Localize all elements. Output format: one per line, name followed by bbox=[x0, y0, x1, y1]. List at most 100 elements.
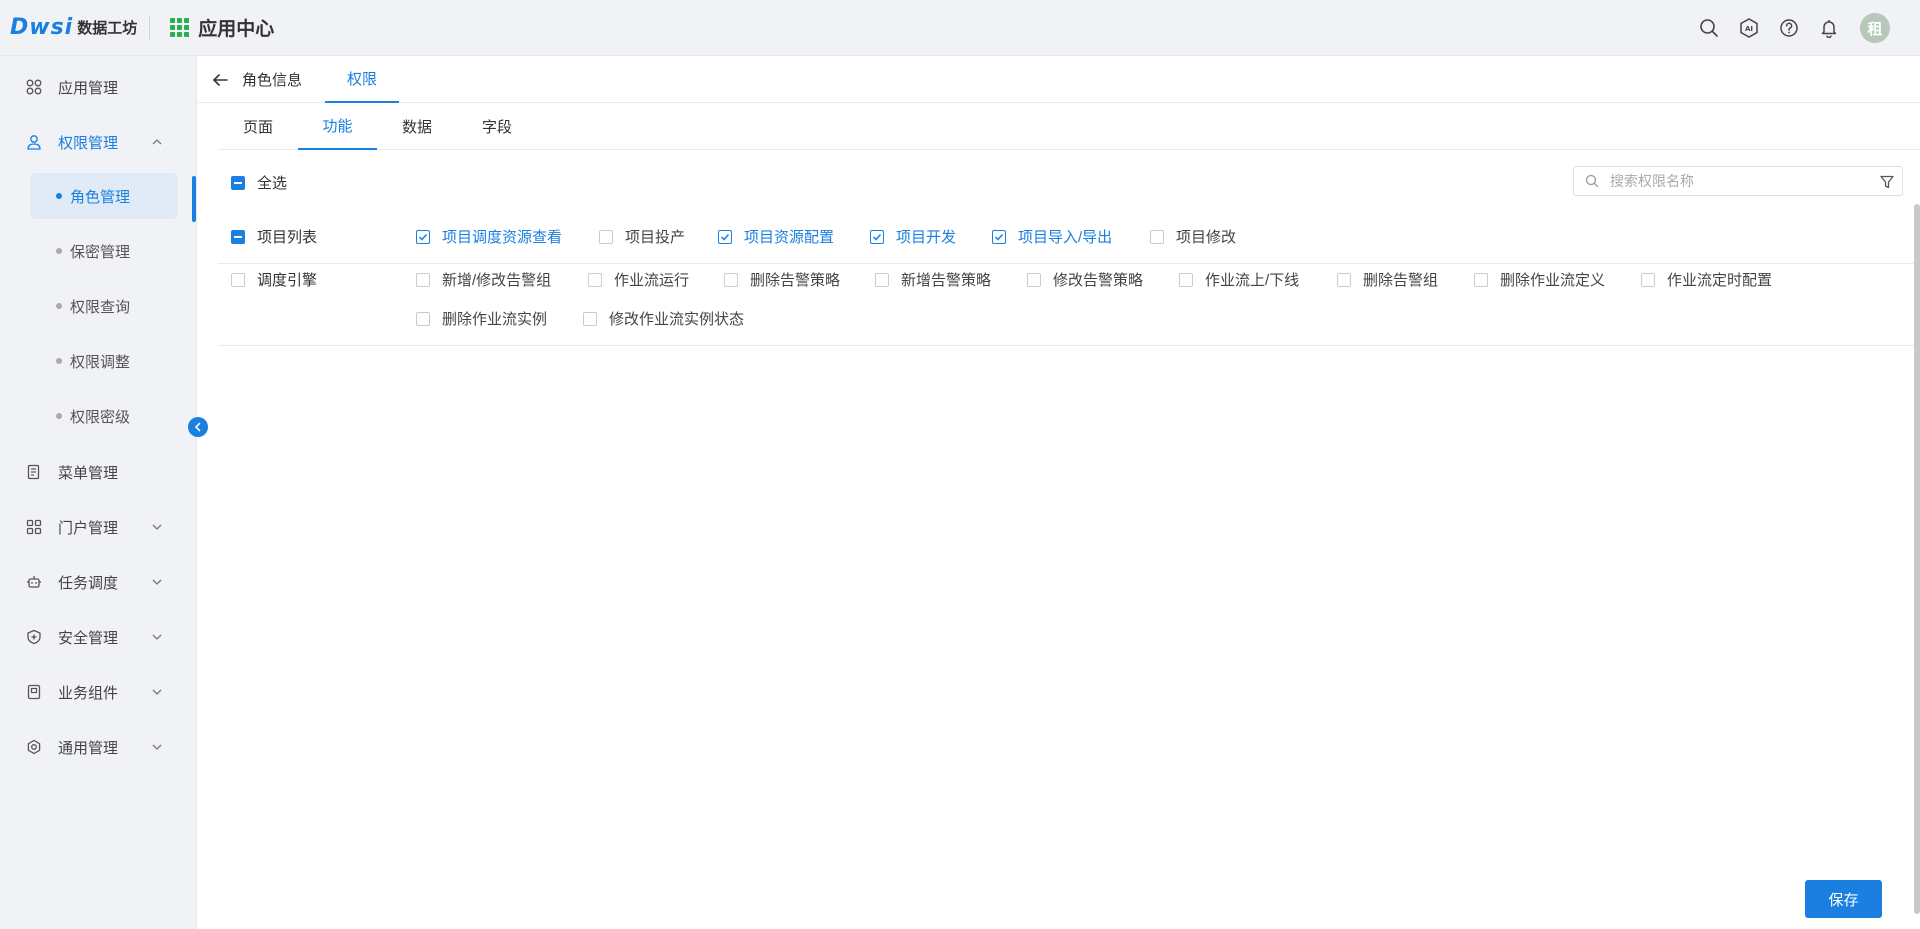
subtab-page[interactable]: 页面 bbox=[218, 103, 298, 150]
chevron-down-icon bbox=[150, 685, 164, 699]
permission-label: 项目调度资源查看 bbox=[442, 229, 563, 246]
permission-label: 项目投产 bbox=[625, 229, 686, 246]
search-input[interactable] bbox=[1610, 173, 1870, 189]
permission-checkbox[interactable]: 项目导入/导出 bbox=[992, 226, 1112, 247]
top-tabs: 角色信息 权限 bbox=[198, 56, 1920, 103]
sidebar-item-general-management[interactable]: 通用管理 bbox=[0, 727, 197, 767]
checkbox-checked-icon bbox=[416, 229, 430, 244]
apps-icon bbox=[25, 78, 43, 96]
group-label: 项目列表 bbox=[257, 229, 318, 246]
permission-checkbox[interactable]: 删除告警组 bbox=[1337, 269, 1438, 290]
group-checkbox-project-list[interactable]: 项目列表 bbox=[231, 226, 317, 247]
sidebar-item-label: 任务调度 bbox=[58, 574, 119, 592]
sidebar-item-label: 通用管理 bbox=[58, 739, 119, 757]
select-all-label: 全选 bbox=[257, 175, 288, 192]
permission-label: 删除告警策略 bbox=[750, 272, 841, 289]
chevron-down-icon bbox=[150, 740, 164, 754]
subtab-label: 页面 bbox=[242, 119, 273, 136]
sidebar-item-portal-management[interactable]: 门户管理 bbox=[0, 507, 197, 547]
sidebar-collapse-button[interactable] bbox=[188, 417, 208, 437]
bullet-dot-icon bbox=[56, 248, 62, 254]
select-all-checkbox[interactable]: 全选 bbox=[231, 172, 287, 193]
permission-label: 项目开发 bbox=[896, 229, 957, 246]
permission-checkbox[interactable]: 删除作业流定义 bbox=[1474, 269, 1605, 290]
ai-assistant-icon[interactable]: AI bbox=[1736, 15, 1762, 41]
bell-icon[interactable] bbox=[1816, 15, 1842, 41]
permission-label: 项目修改 bbox=[1176, 229, 1237, 246]
scrollbar[interactable] bbox=[1914, 204, 1920, 914]
tab-role-info[interactable]: 角色信息 bbox=[242, 56, 302, 103]
checkbox-icon bbox=[875, 272, 889, 287]
permission-checkbox[interactable]: 修改告警策略 bbox=[1027, 269, 1143, 290]
bullet-dot-icon bbox=[56, 303, 62, 309]
user-icon bbox=[25, 133, 43, 151]
tab-permission[interactable]: 权限 bbox=[325, 56, 399, 103]
permission-checkbox[interactable]: 作业流上/下线 bbox=[1179, 269, 1299, 290]
apps-grid-icon bbox=[170, 17, 190, 38]
subtab-label: 数据 bbox=[401, 119, 432, 136]
subtab-function[interactable]: 功能 bbox=[298, 103, 377, 150]
permission-checkbox[interactable]: 项目开发 bbox=[870, 226, 956, 247]
permission-checkbox[interactable]: 修改作业流实例状态 bbox=[583, 308, 744, 329]
save-button[interactable]: 保存 bbox=[1805, 880, 1882, 918]
sidebar-subitem-permission-query[interactable]: 权限查询 bbox=[30, 283, 178, 329]
sidebar-subitem-label: 角色管理 bbox=[70, 188, 131, 206]
subtab-field[interactable]: 字段 bbox=[457, 103, 537, 150]
checkbox-indeterminate-icon bbox=[231, 229, 245, 244]
sidebar: 应用管理 权限管理 角色管理 保密管理 权限查询 权限调整 权限密级 菜单管理 bbox=[0, 56, 197, 929]
permission-checkbox[interactable]: 作业流定时配置 bbox=[1641, 269, 1772, 290]
permission-label: 新增告警策略 bbox=[901, 272, 992, 289]
back-arrow-icon[interactable] bbox=[210, 70, 230, 90]
permission-checkbox[interactable]: 项目投产 bbox=[599, 226, 685, 247]
checkbox-icon bbox=[416, 311, 430, 326]
sidebar-item-business-components[interactable]: 业务组件 bbox=[0, 672, 197, 712]
permission-checkbox[interactable]: 删除告警策略 bbox=[724, 269, 840, 290]
checkbox-icon bbox=[583, 311, 597, 326]
chevron-down-icon bbox=[150, 630, 164, 644]
sidebar-item-security-management[interactable]: 安全管理 bbox=[0, 617, 197, 657]
permission-checkbox[interactable]: 项目调度资源查看 bbox=[416, 226, 562, 247]
group-label: 调度引擎 bbox=[257, 272, 318, 289]
permission-label: 作业流定时配置 bbox=[1667, 272, 1773, 289]
app-center-button[interactable]: 应用中心 bbox=[170, 14, 274, 41]
permission-group-row: 调度引擎 新增/修改告警组 作业流运行 删除告警策略 新增告警策略 修改告警策略… bbox=[218, 264, 1918, 346]
permission-checkbox[interactable]: 作业流运行 bbox=[588, 269, 689, 290]
group-checkbox-scheduling-engine[interactable]: 调度引擎 bbox=[231, 269, 317, 290]
search-icon[interactable] bbox=[1696, 15, 1722, 41]
chevron-down-icon bbox=[150, 520, 164, 534]
sidebar-item-permission-management[interactable]: 权限管理 bbox=[0, 122, 197, 162]
permission-label: 新增/修改告警组 bbox=[442, 272, 552, 289]
bullet-dot-icon bbox=[56, 193, 62, 199]
permission-checkbox[interactable]: 删除作业流实例 bbox=[416, 308, 547, 329]
chevron-left-icon bbox=[194, 422, 201, 432]
component-icon bbox=[25, 683, 43, 701]
sub-tabs: 页面 功能 数据 字段 bbox=[218, 103, 1920, 150]
permission-checkbox[interactable]: 新增/修改告警组 bbox=[416, 269, 551, 290]
sidebar-item-label: 门户管理 bbox=[58, 519, 119, 537]
permission-label: 删除作业流定义 bbox=[1500, 272, 1606, 289]
filter-icon[interactable] bbox=[1878, 173, 1896, 191]
checkbox-icon bbox=[1179, 272, 1193, 287]
ai-label: AI bbox=[1745, 25, 1753, 33]
checkbox-checked-icon bbox=[992, 229, 1006, 244]
sidebar-item-task-scheduling[interactable]: 任务调度 bbox=[0, 562, 197, 602]
permission-checkbox[interactable]: 项目资源配置 bbox=[718, 226, 834, 247]
permission-checkbox[interactable]: 新增告警策略 bbox=[875, 269, 991, 290]
sidebar-subitem-permission-adjust[interactable]: 权限调整 bbox=[30, 338, 178, 384]
sidebar-subitem-label: 权限密级 bbox=[70, 408, 131, 426]
chevron-down-icon bbox=[150, 575, 164, 589]
sidebar-subitem-secrecy-management[interactable]: 保密管理 bbox=[30, 228, 178, 274]
checkbox-icon bbox=[1641, 272, 1655, 287]
sidebar-item-app-management[interactable]: 应用管理 bbox=[0, 67, 197, 107]
avatar[interactable]: 租 bbox=[1860, 13, 1890, 43]
sidebar-subitem-permission-level[interactable]: 权限密级 bbox=[30, 393, 178, 439]
sidebar-item-menu-management[interactable]: 菜单管理 bbox=[0, 452, 197, 492]
checkbox-icon bbox=[231, 272, 245, 287]
logo[interactable]: Dwsi 数据工坊 bbox=[10, 0, 137, 56]
checkbox-indeterminate-icon bbox=[231, 175, 245, 190]
subtab-data[interactable]: 数据 bbox=[377, 103, 457, 150]
permission-checkbox[interactable]: 项目修改 bbox=[1150, 226, 1236, 247]
sidebar-subitem-role-management[interactable]: 角色管理 bbox=[30, 173, 178, 219]
help-icon[interactable] bbox=[1776, 15, 1802, 41]
subtab-label: 字段 bbox=[481, 119, 512, 136]
